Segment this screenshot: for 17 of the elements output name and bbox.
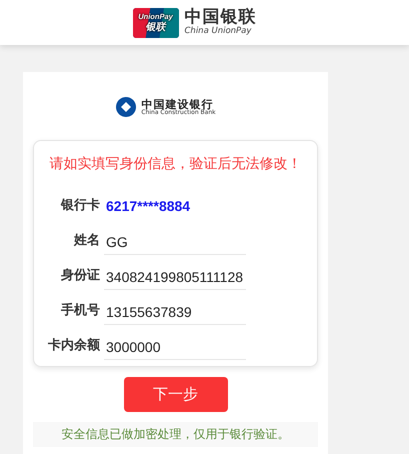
warning-text: 请如实填写身份信息，验证后无法修改！ [48,155,302,173]
brand-name: 中国银联 [184,9,256,26]
field-label: 手机号 [60,302,101,320]
input-field[interactable]: 340824199805111128 [104,269,246,290]
bank-name: 中国建设银行 [141,98,214,110]
field-label: 身份证 [60,267,101,285]
input-field[interactable]: 13155637839 [104,304,246,325]
field-label: 卡内余额 [47,336,101,355]
security-note: 安全信息已做加密处理，仅用于银行验证。 [33,422,318,447]
input-field[interactable]: GG [104,234,246,255]
next-button[interactable]: 下一步 [124,377,228,412]
card-number: 6217****8884 [105,198,190,216]
input-field[interactable]: 3000000 [104,339,246,360]
field-label: 姓名 [72,232,101,250]
brand-subtitle: China UnionPay [184,27,252,36]
bank-logo-icon [115,96,138,118]
field-label: 银行卡 [60,197,101,215]
